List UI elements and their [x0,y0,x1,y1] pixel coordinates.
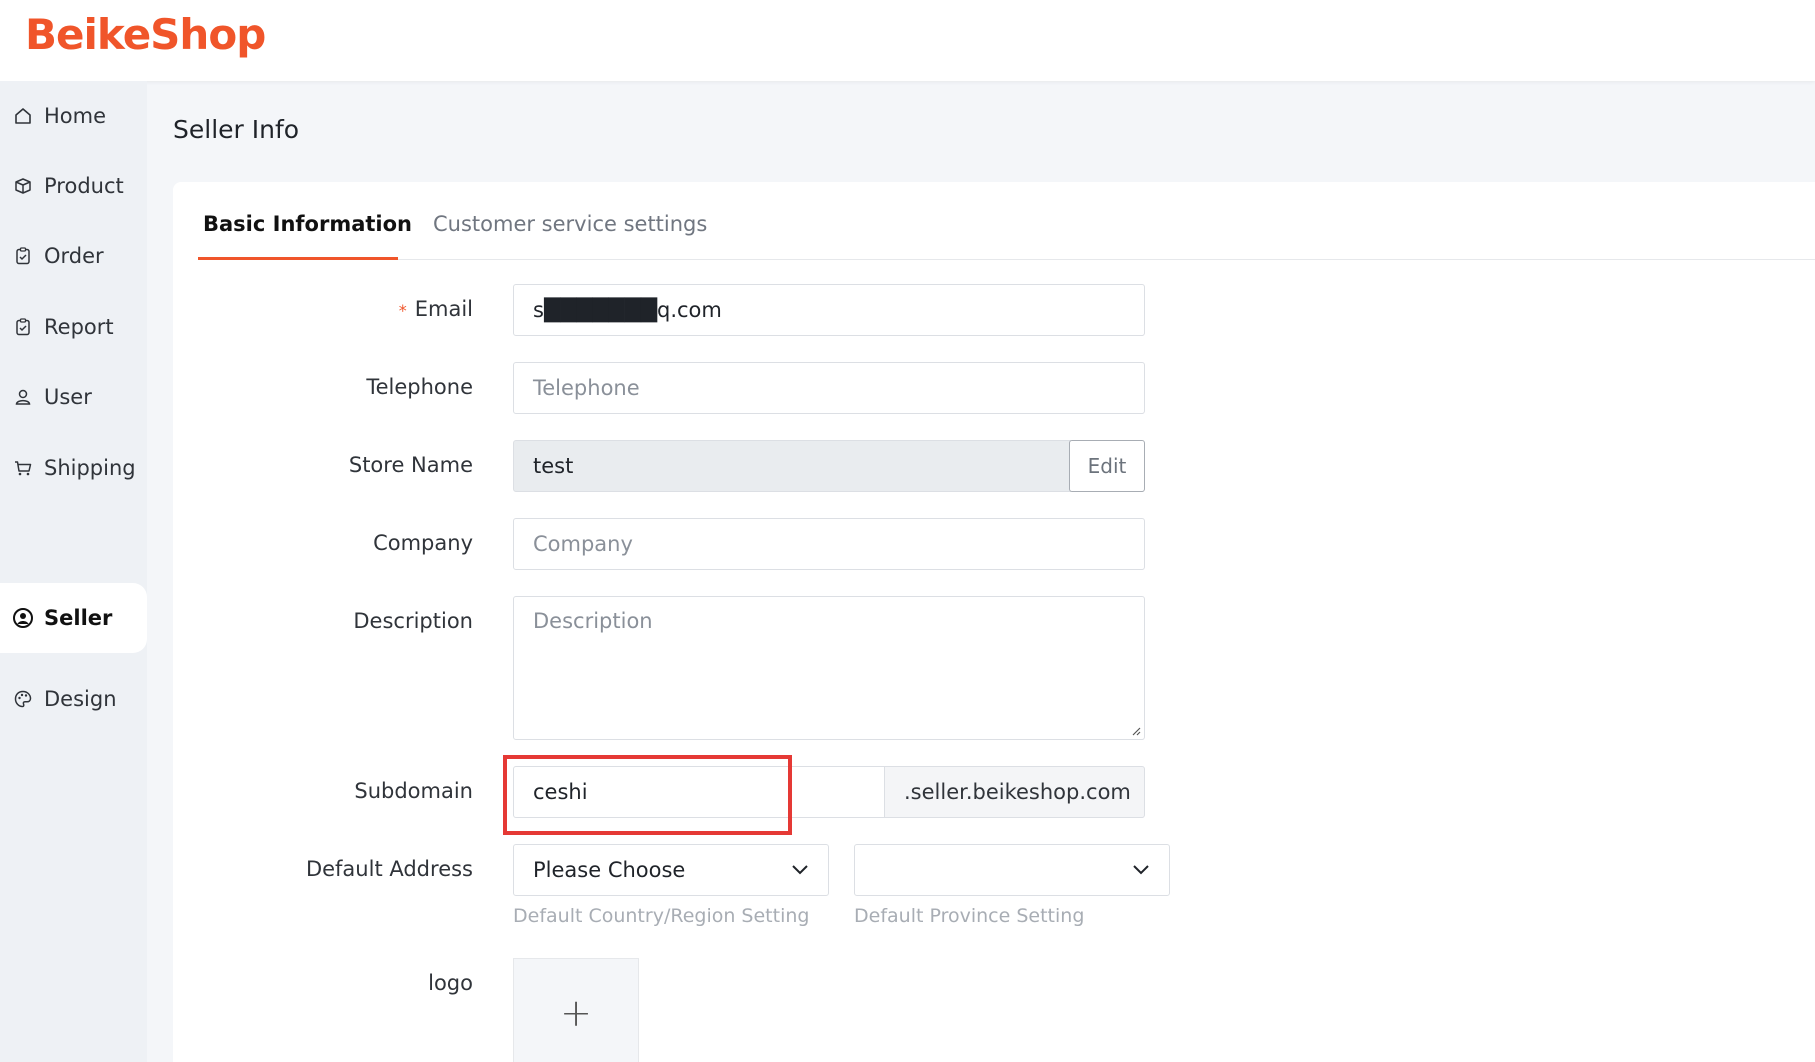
sidebar-item-seller[interactable]: Seller [0,583,147,653]
chevron-down-icon [1133,865,1149,875]
sidebar-item-order[interactable]: Order [0,221,147,291]
province-select[interactable] [854,844,1170,896]
telephone-label: Telephone [366,375,473,399]
sidebar-item-label: Report [44,315,114,339]
email-label-text: Email [414,297,473,321]
sidebar-item-product[interactable]: Product [0,151,147,221]
active-tab-indicator [198,257,398,260]
sidebar-item-label: Seller [44,606,113,630]
description-label: Description [353,609,473,633]
country-hint: Default Country/Region Setting [513,905,810,927]
tab-bar: Basic Information Customer service setti… [198,182,1815,260]
description-textarea[interactable]: Description [513,596,1145,740]
email-field[interactable]: s███████q.com [513,284,1145,336]
user-circle-icon [12,607,34,629]
province-hint: Default Province Setting [854,905,1085,927]
subdomain-suffix: .seller.beikeshop.com [885,766,1145,818]
sidebar-item-label: User [44,385,92,409]
email-label: * Email [173,297,473,321]
user-icon [12,386,34,408]
telephone-field[interactable]: Telephone [513,362,1145,414]
sidebar-item-home[interactable]: Home [0,81,147,151]
top-bar: BeikeShop [0,0,1815,81]
logo-upload-button[interactable]: + [513,958,639,1062]
sidebar-item-design[interactable]: Design [0,664,147,734]
description-placeholder: Description [533,609,653,633]
sidebar: Home Product Order Report User Shipping [0,81,147,1062]
plus-icon: + [560,991,592,1035]
subdomain-label: Subdomain [354,779,473,803]
clipboard-icon [12,245,34,267]
default-address-label: Default Address [305,857,473,881]
country-select[interactable]: Please Choose [513,844,829,896]
company-label: Company [373,531,473,555]
palette-icon [12,688,34,710]
resize-handle-icon[interactable] [1131,726,1141,736]
tab-customer-service-settings[interactable]: Customer service settings [428,204,712,260]
page-title: Seller Info [173,115,300,144]
box-icon [12,175,34,197]
sidebar-item-label: Order [44,244,104,268]
cart-icon [12,457,34,479]
required-mark: * [398,301,407,320]
main-content: Seller Info Basic Information Customer s… [147,81,1815,1062]
country-select-value: Please Choose [533,858,686,882]
highlight-box [503,755,792,835]
sidebar-item-user[interactable]: User [0,362,147,432]
sidebar-item-label: Product [44,174,124,198]
home-icon [12,105,34,127]
sidebar-item-label: Design [44,687,117,711]
tab-basic-information[interactable]: Basic Information [198,204,417,260]
email-value: s███████q.com [533,298,722,322]
edit-store-name-button[interactable]: Edit [1069,440,1145,492]
store-name-field: test [513,440,1071,492]
company-field[interactable]: Company [513,518,1145,570]
clipboard-icon [12,316,34,338]
sidebar-item-report[interactable]: Report [0,292,147,362]
store-name-label: Store Name [348,453,473,477]
brand-logo[interactable]: BeikeShop [25,10,266,59]
sidebar-item-label: Shipping [44,456,136,480]
form-card: Basic Information Customer service setti… [173,182,1815,1062]
sidebar-item-label: Home [44,104,107,128]
sidebar-item-shipping[interactable]: Shipping [0,433,147,503]
chevron-down-icon [792,865,808,875]
logo-label: logo [428,971,473,995]
